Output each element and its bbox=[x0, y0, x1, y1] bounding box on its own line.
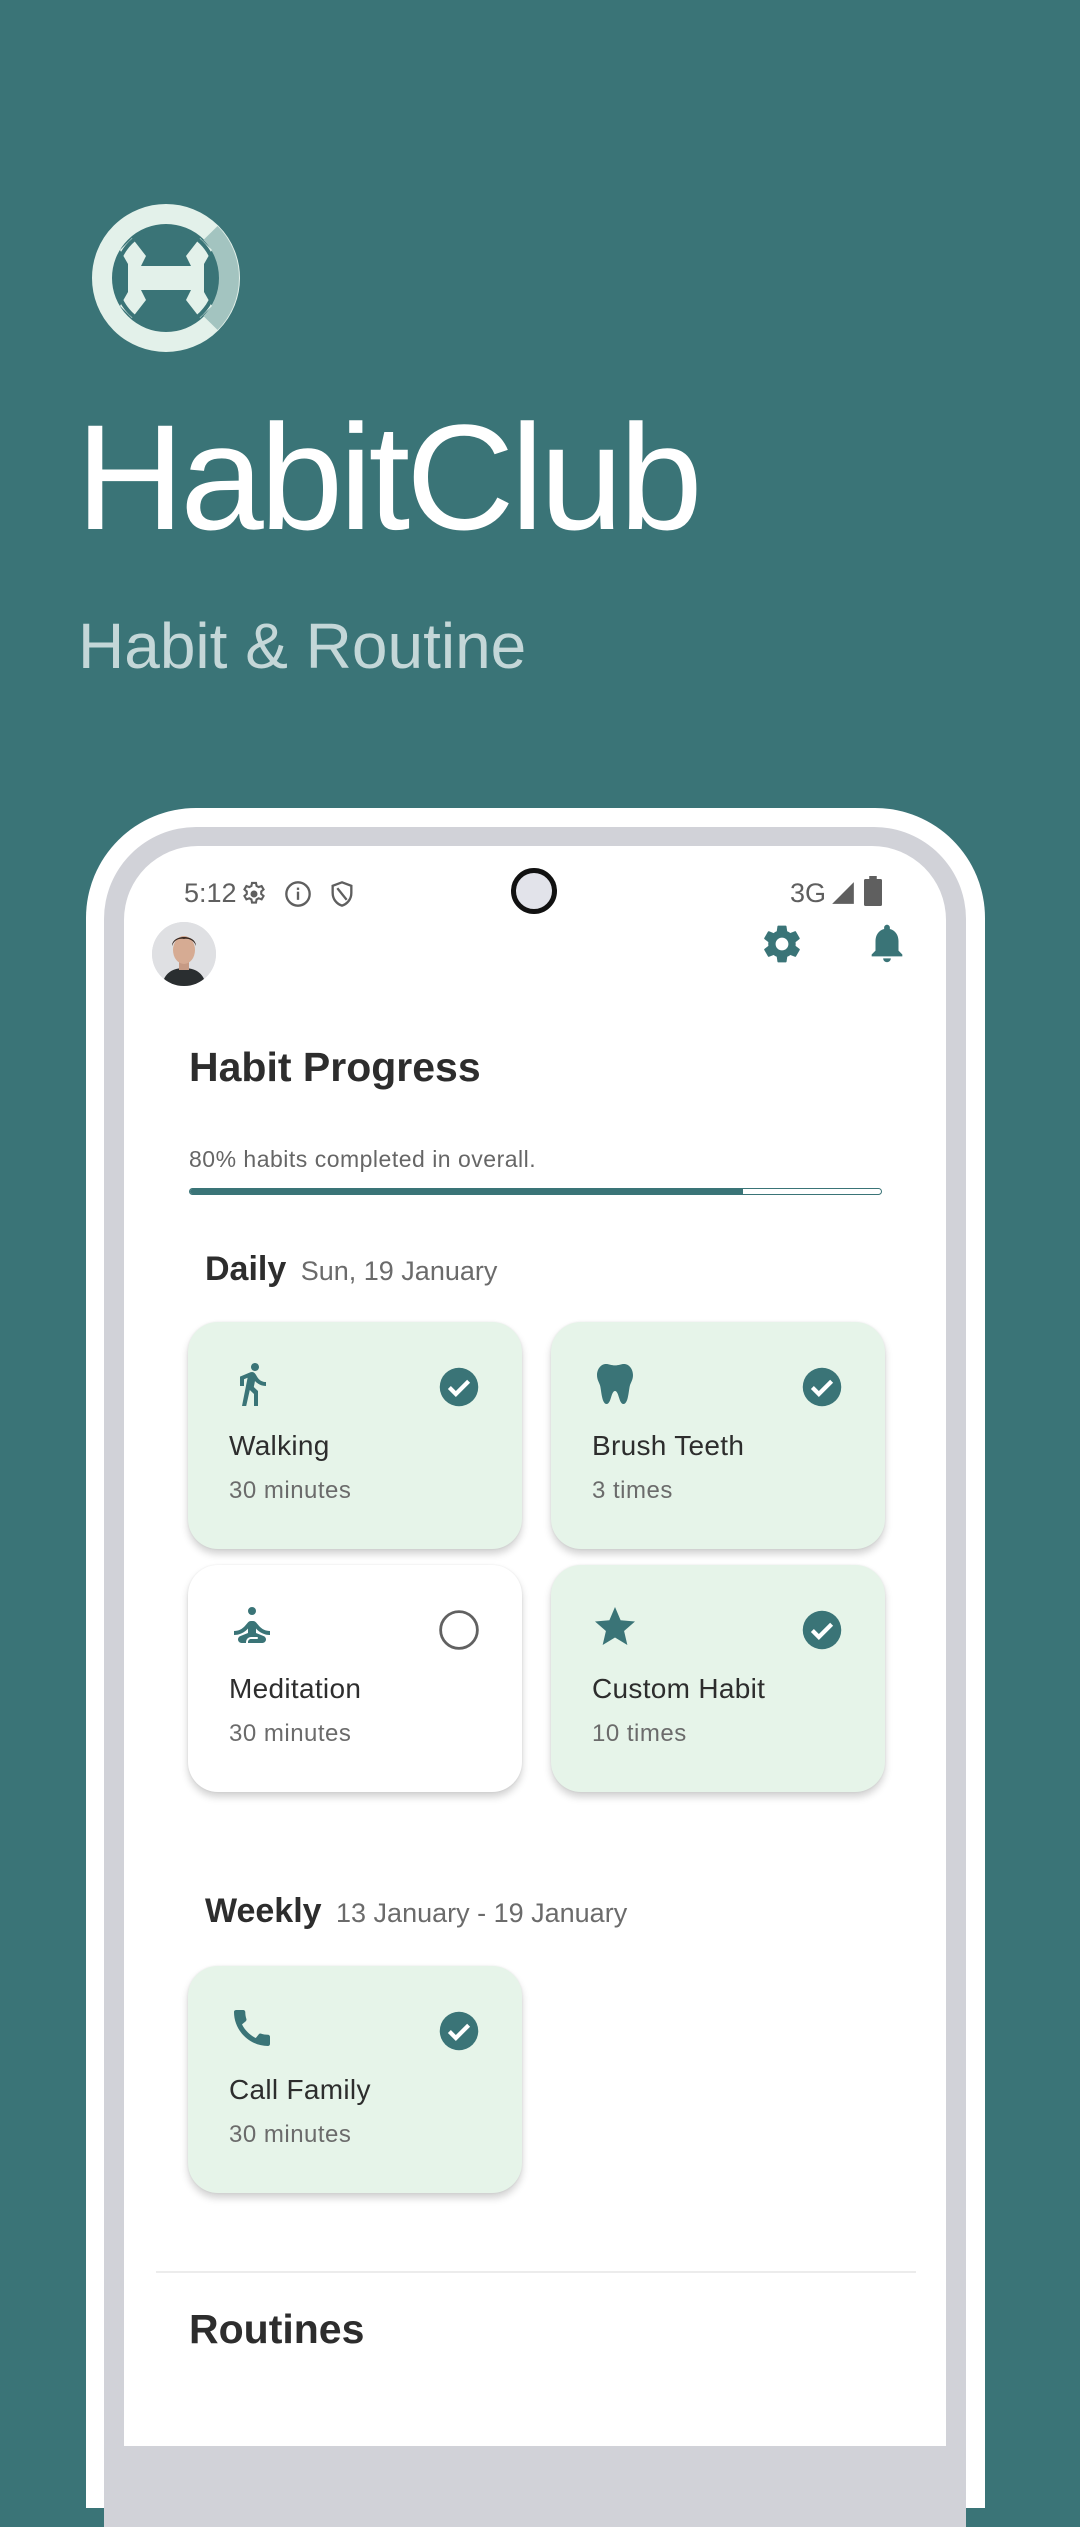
habit-card-meditation[interactable]: Meditation 30 minutes bbox=[188, 1565, 522, 1792]
weekly-date-range: 13 January - 19 January bbox=[336, 1898, 628, 1928]
phone-icon bbox=[234, 2010, 270, 2046]
habit-detail: 30 minutes bbox=[229, 2121, 352, 2148]
walking-icon bbox=[240, 1363, 266, 1406]
avatar-photo bbox=[152, 922, 216, 986]
habit-card-call-family[interactable]: Call Family 30 minutes bbox=[188, 1966, 522, 2193]
checked-circle-icon[interactable] bbox=[438, 2010, 480, 2052]
user-avatar[interactable] bbox=[152, 922, 216, 986]
tooth-icon bbox=[597, 1364, 633, 1404]
unchecked-circle-icon[interactable] bbox=[438, 1609, 480, 1651]
daily-header: Daily Sun, 19 January bbox=[205, 1250, 497, 1289]
signal-icon bbox=[832, 882, 854, 904]
daily-date: Sun, 19 January bbox=[300, 1256, 498, 1286]
checked-circle-icon[interactable] bbox=[801, 1609, 843, 1651]
habitclub-logo-icon bbox=[92, 204, 240, 352]
habit-card-custom-habit[interactable]: Custom Habit 10 times bbox=[551, 1565, 885, 1792]
progress-bar-fill bbox=[190, 1189, 743, 1194]
overall-progress-bar bbox=[189, 1188, 882, 1195]
habit-detail: 30 minutes bbox=[229, 1720, 352, 1747]
habit-name: Custom Habit bbox=[592, 1673, 766, 1704]
status-info-icon bbox=[285, 881, 311, 907]
habit-detail: 3 times bbox=[592, 1477, 673, 1504]
checked-circle-icon[interactable] bbox=[801, 1366, 843, 1408]
habit-card-walking[interactable]: Walking 30 minutes bbox=[188, 1322, 522, 1549]
app-title: HabitClub bbox=[76, 393, 703, 561]
settings-icon[interactable] bbox=[760, 922, 804, 966]
weekly-title: Weekly bbox=[205, 1892, 322, 1930]
habit-name: Brush Teeth bbox=[592, 1430, 745, 1461]
daily-title: Daily bbox=[205, 1250, 287, 1288]
star-icon bbox=[595, 1607, 635, 1645]
meditation-icon bbox=[234, 1607, 270, 1643]
checked-circle-icon[interactable] bbox=[438, 1366, 480, 1408]
front-camera bbox=[511, 868, 557, 914]
habit-detail: 10 times bbox=[592, 1720, 687, 1747]
status-network: 3G bbox=[790, 878, 827, 908]
status-settings-icon bbox=[243, 881, 265, 904]
progress-summary: 80% habits completed in overall. bbox=[189, 1146, 537, 1172]
status-time: 5:12 bbox=[184, 878, 237, 908]
habit-detail: 30 minutes bbox=[229, 1477, 352, 1504]
app-tagline: Habit & Routine bbox=[78, 610, 527, 682]
status-shield-icon bbox=[331, 881, 353, 907]
habit-progress-title: Habit Progress bbox=[189, 1044, 481, 1090]
phone-screen: 5:12 3G Habit Progress 80% habits comple… bbox=[124, 846, 946, 2446]
habit-name: Call Family bbox=[229, 2074, 371, 2105]
routines-title: Routines bbox=[189, 2306, 365, 2352]
battery-icon bbox=[864, 876, 882, 906]
notifications-bell-icon[interactable] bbox=[864, 920, 910, 966]
section-divider bbox=[156, 2271, 916, 2273]
habit-name: Walking bbox=[229, 1430, 330, 1461]
habit-card-brush-teeth[interactable]: Brush Teeth 3 times bbox=[551, 1322, 885, 1549]
habit-name: Meditation bbox=[229, 1673, 362, 1704]
weekly-header: Weekly 13 January - 19 January bbox=[205, 1892, 627, 1931]
